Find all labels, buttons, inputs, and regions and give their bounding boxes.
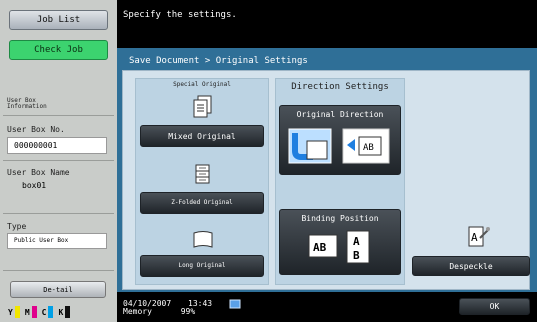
- toner-c-bar: [48, 306, 54, 318]
- sidebar-divider: [3, 213, 114, 214]
- sidebar-blank: [0, 64, 117, 92]
- despeckle-icon: A: [468, 226, 490, 247]
- original-direction-button[interactable]: Original Direction AB: [279, 105, 401, 175]
- check-job-button[interactable]: Check Job: [9, 40, 108, 60]
- svg-text:B: B: [353, 249, 360, 262]
- toner-levels: Y M C K: [8, 305, 73, 319]
- z-folded-original-button[interactable]: Z-Folded Original: [140, 192, 264, 214]
- special-original-title: Special Original: [173, 81, 231, 88]
- z-folded-original-icon: [195, 164, 210, 184]
- toner-y-bar: [14, 306, 20, 318]
- user-box-name-value: box01: [22, 181, 47, 190]
- svg-text:A: A: [353, 235, 360, 248]
- direction-settings-title: Direction Settings: [291, 82, 389, 92]
- svg-text:A: A: [471, 231, 478, 244]
- long-original-button[interactable]: Long Original: [140, 255, 264, 277]
- detail-button[interactable]: De-tail: [10, 281, 106, 298]
- sidebar-divider: [3, 115, 114, 116]
- memory-value: 99%: [180, 307, 196, 316]
- long-original-icon: [193, 231, 213, 248]
- original-direction-icon: AB: [288, 128, 390, 164]
- type-value: Public User Box: [7, 233, 107, 249]
- special-original-group: Special Original Mixed Original Z-Folded…: [135, 78, 269, 285]
- user-box-name-label: User Box Name: [7, 168, 70, 177]
- original-direction-label: Original Direction: [296, 110, 384, 119]
- svg-text:AB: AB: [313, 241, 327, 254]
- despeckle-button[interactable]: Despeckle: [412, 256, 530, 276]
- mixed-original-button[interactable]: Mixed Original: [140, 125, 264, 147]
- binding-position-icon: AB A B: [308, 230, 370, 264]
- user-box-no-label: User Box No.: [7, 125, 65, 134]
- memory-label: Memory: [123, 307, 152, 316]
- toner-y-label: Y: [8, 307, 13, 317]
- left-sidebar: Job List Check Job User Box Information …: [0, 0, 117, 322]
- instruction-message: Specify the settings.: [117, 0, 537, 40]
- network-icon: [229, 299, 241, 309]
- user-box-info-label: User Box Information: [7, 97, 47, 110]
- date-time-display: 04/10/2007 13:43 Memory 99%: [123, 300, 212, 316]
- toner-k-bar: [65, 306, 71, 318]
- sidebar-divider: [3, 160, 114, 161]
- breadcrumb: Save Document > Original Settings: [129, 56, 308, 66]
- job-list-button[interactable]: Job List: [9, 10, 108, 30]
- toner-m-bar: [31, 306, 37, 318]
- toner-m-label: M: [24, 307, 30, 317]
- mixed-original-icon: [193, 95, 212, 118]
- ok-button[interactable]: OK: [459, 298, 530, 315]
- user-box-no-value: 000000001: [7, 137, 107, 154]
- type-label: Type: [7, 222, 27, 231]
- direction-settings-group: Direction Settings Original Direction AB…: [275, 78, 405, 285]
- toner-c-label: C: [41, 307, 47, 317]
- binding-position-button[interactable]: Binding Position AB A B: [279, 209, 401, 275]
- binding-position-label: Binding Position: [301, 214, 379, 223]
- svg-text:AB: AB: [363, 143, 374, 153]
- toner-k-label: K: [58, 307, 64, 317]
- sidebar-divider: [3, 270, 114, 271]
